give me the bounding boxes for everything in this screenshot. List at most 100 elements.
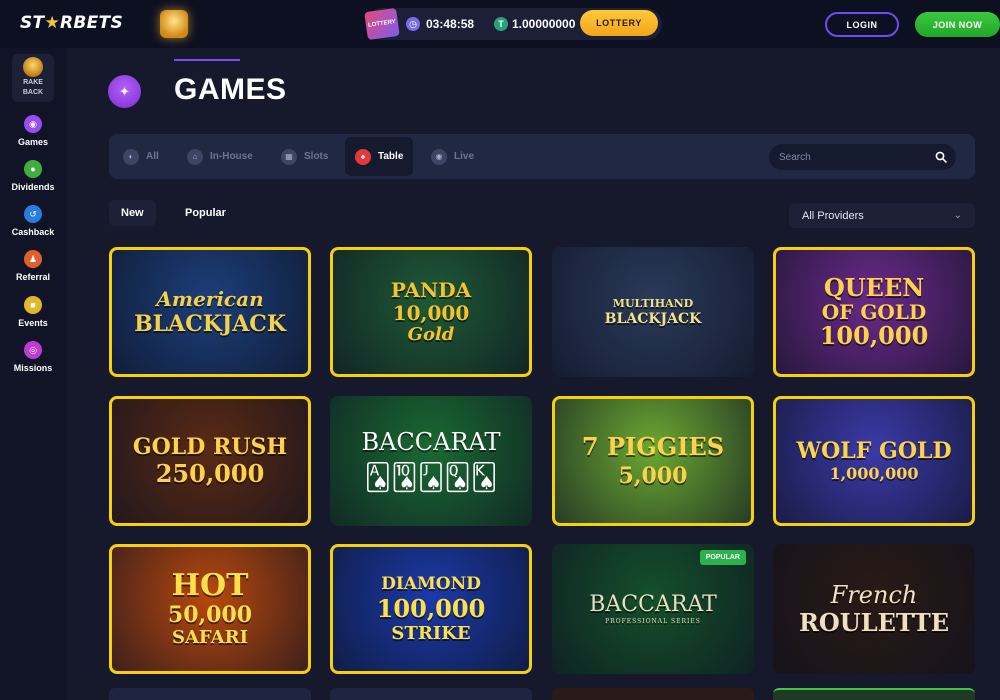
game-card[interactable]: 7 PIGGIES 5,000 [552, 396, 754, 526]
game-card-partial[interactable] [552, 688, 754, 700]
game-title-line: BLACKJACK [134, 311, 286, 337]
sidebar-item-label: Games [17, 137, 49, 147]
game-card-partial[interactable] [330, 688, 532, 700]
game-card[interactable]: WOLF GOLD 1,000,000 [773, 396, 975, 526]
join-now-button[interactable]: JOIN NOW [915, 12, 1000, 37]
clock-icon: ◷ [406, 17, 420, 31]
missions-icon: ◎ [24, 341, 42, 359]
game-title-line: BLACKJACK [604, 311, 702, 327]
game-card[interactable]: MULTIHAND BLACKJACK [552, 247, 754, 377]
game-title-line: 100,000 [819, 321, 929, 350]
sidebar-item-missions[interactable]: ◎ Missions [0, 341, 66, 373]
game-card[interactable]: PANDA 10,000 Gold [330, 247, 532, 377]
live-icon: ◉ [431, 148, 447, 165]
tab-slots[interactable]: ▦ Slots [271, 137, 338, 176]
game-title-line: BACCARAT [589, 591, 717, 617]
slots-icon: ▦ [281, 148, 297, 165]
sidebar-item-dividends[interactable]: ● Dividends [0, 160, 66, 192]
providers-dropdown[interactable]: All Providers ⌄ [789, 203, 975, 228]
game-card[interactable]: DIAMOND 100,000 STRIKE [330, 544, 532, 674]
all-icon: ◐ [123, 148, 139, 165]
events-icon: ■ [24, 296, 42, 314]
game-card-partial[interactable] [773, 688, 975, 700]
game-title-line: OF GOLD [821, 300, 927, 324]
logo-star-icon: ★ [44, 13, 60, 33]
balance-amount: 1.00000000 [512, 17, 576, 31]
lottery-button[interactable]: LOTTERY [580, 10, 658, 36]
lottery-widget: LOTTERY ◷ 03:48:58 T 1.00000000 LOTTERY [364, 7, 662, 41]
tab-live[interactable]: ◉ Live [421, 137, 484, 176]
rakeback-button[interactable]: RAKE BACK [12, 54, 54, 102]
game-card[interactable]: BACCARAT 🂡🂪🂫🂭🂮 [330, 396, 532, 526]
game-card[interactable]: HOT 50,000 SAFARI [109, 544, 311, 674]
game-title-line: MULTIHAND [612, 297, 694, 310]
category-filter-bar: ◐ All ⌂ In-House ▦ Slots ♠ Table ◉ Live [109, 134, 975, 179]
tab-label: In-House [210, 151, 253, 162]
popular-badge: POPULAR [699, 550, 746, 565]
in-house-icon: ⌂ [187, 148, 203, 165]
tab-in-house[interactable]: ⌂ In-House [177, 137, 263, 176]
sort-new-button[interactable]: New [109, 200, 156, 226]
tab-label: Slots [304, 151, 329, 162]
game-title-line: GOLD RUSH [132, 434, 288, 460]
game-title-line: 100,000 [376, 593, 486, 623]
coins-icon: ● [24, 160, 42, 178]
logo-text-start: ST [20, 13, 45, 33]
starbets-logo[interactable]: ST★RBETS [20, 13, 123, 33]
tab-label: Table [378, 151, 404, 162]
treasure-chest-icon[interactable] [160, 10, 188, 38]
game-title-line: 250,000 [155, 459, 265, 488]
search-icon[interactable] [935, 151, 947, 163]
sidebar-item-cashback[interactable]: ↺ Cashback [0, 205, 66, 237]
search-input[interactable] [769, 144, 956, 170]
table-games-icon: ♠ [355, 148, 371, 165]
game-title-line: 10,000 [392, 301, 470, 325]
chevron-down-icon: ⌄ [953, 210, 962, 221]
tab-label: Live [454, 151, 475, 162]
providers-selected: All Providers [802, 209, 864, 222]
game-title-line: HOT [171, 568, 249, 603]
sidebar-item-label: Referral [15, 272, 51, 282]
game-title-line: French [830, 581, 918, 609]
tab-table[interactable]: ♠ Table [345, 137, 414, 176]
game-card-partial[interactable] [109, 688, 311, 700]
game-card[interactable]: American BLACKJACK [109, 247, 311, 377]
logo-text-end: RBETS [60, 13, 124, 33]
lottery-timer: 03:48:58 [426, 17, 475, 31]
game-title-line: 1,000,000 [829, 464, 919, 483]
game-title-line: 7 PIGGIES [581, 432, 725, 461]
game-title-line: DIAMOND [381, 573, 481, 594]
gamepad-icon: ✦ [108, 75, 141, 108]
game-card[interactable]: French ROULETTE [773, 544, 975, 674]
tab-label: All [146, 151, 159, 162]
tether-coin-icon: T [494, 17, 508, 31]
page-title: GAMES [174, 73, 287, 106]
game-card[interactable]: QUEEN OF GOLD 100,000 [773, 247, 975, 377]
game-title-line: 5,000 [618, 463, 688, 489]
game-title-line: ROULETTE [798, 608, 950, 637]
game-title-line: PROFESSIONAL SERIES [605, 617, 701, 625]
game-card[interactable]: POPULAR BACCARAT PROFESSIONAL SERIES [552, 544, 754, 674]
sidebar-item-events[interactable]: ■ Events [0, 296, 66, 328]
top-bar: ST★RBETS LOTTERY ◷ 03:48:58 T 1.00000000… [0, 0, 1000, 48]
game-card[interactable]: GOLD RUSH 250,000 [109, 396, 311, 526]
rakeback-label-2: BACK [22, 89, 44, 96]
gamepad-icon: ◉ [24, 115, 42, 133]
money-bag-icon [23, 57, 43, 77]
rakeback-label-1: RAKE [23, 79, 43, 86]
sidebar-item-label: Missions [13, 363, 53, 373]
login-button[interactable]: LOGIN [825, 12, 899, 37]
sidebar-item-referral[interactable]: ♟ Referral [0, 250, 66, 282]
cashback-icon: ↺ [24, 205, 42, 223]
game-title-line: PANDA [390, 278, 472, 302]
sidebar-item-label: Events [18, 318, 48, 328]
game-title-line: American [156, 287, 264, 311]
sidebar: RAKE BACK ◉ Games ● Dividends ↺ Cashback… [0, 48, 66, 700]
lottery-ticket-icon: LOTTERY [364, 7, 400, 41]
game-title-line: 50,000 [167, 602, 253, 628]
game-title-line: SAFARI [171, 627, 249, 648]
game-title-line: WOLF GOLD [796, 438, 952, 464]
sidebar-item-games[interactable]: ◉ Games [0, 115, 66, 147]
sort-popular-button[interactable]: Popular [173, 200, 238, 226]
tab-all[interactable]: ◐ All [113, 137, 169, 176]
